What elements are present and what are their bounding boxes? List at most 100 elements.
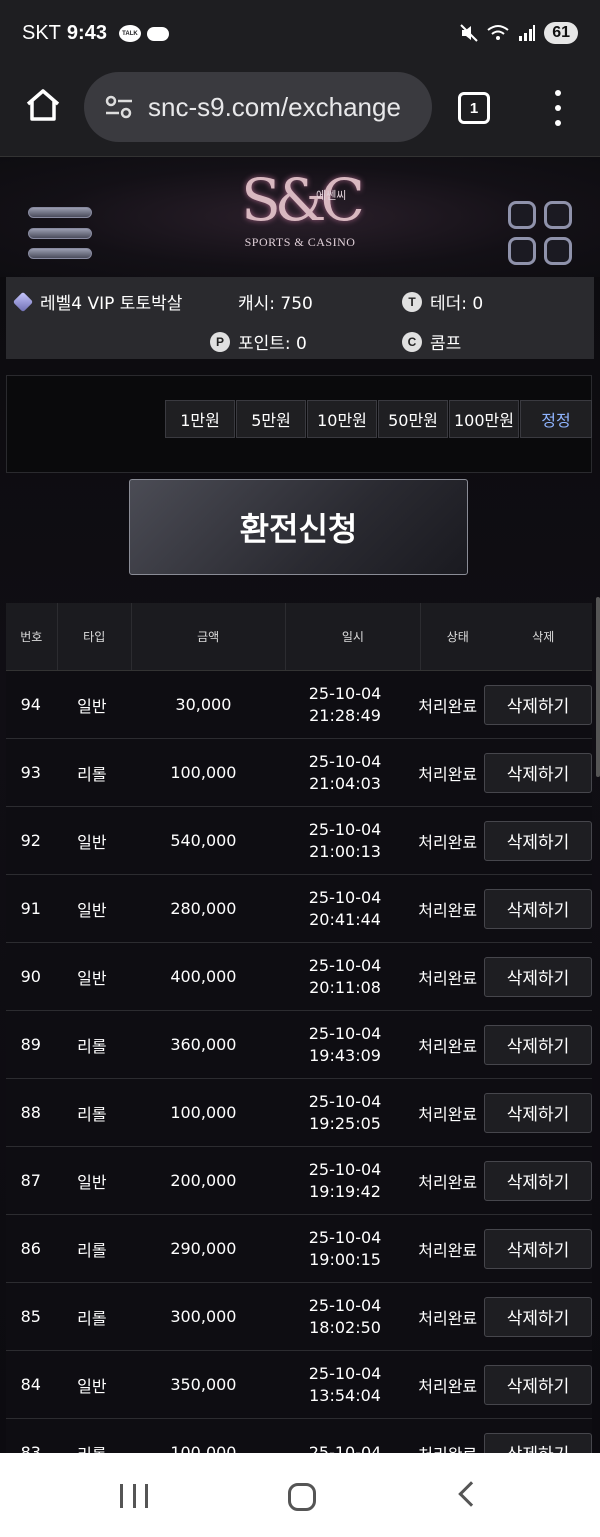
site-logo[interactable]: S&C 에쎈씨 SPORTS & CASINO: [230, 165, 370, 275]
back-icon[interactable]: [458, 1481, 484, 1507]
exchange-page: S&C 에쎈씨 SPORTS & CASINO 레벨4 VIP 토토박살 캐시:…: [0, 156, 600, 1453]
row-amount: 400,000: [170, 967, 237, 986]
row-number: 88: [20, 1103, 41, 1122]
row-number: 92: [20, 831, 41, 850]
table-row: 86 리롤 290,000 25-10-04 19:00:15 처리완료 삭제하기: [6, 1215, 592, 1283]
row-time: 19:00:15: [309, 1249, 381, 1269]
delete-button[interactable]: 삭제하기: [484, 820, 592, 861]
comp-text[interactable]: 콤프: [430, 329, 461, 354]
row-delete-cell: 삭제하기: [484, 739, 592, 806]
row-amount: 100,000: [170, 763, 237, 782]
amount-50k-button[interactable]: 5만원: [236, 400, 306, 438]
table-body: 94 일반 30,000 25-10-04 21:28:49 처리완료 삭제하기 93 리롤 10…: [6, 671, 592, 1453]
table-row: 93 리롤 100,000 25-10-04 21:04:03 처리완료 삭제하기: [6, 739, 592, 807]
row-datetime: 25-10-04 19:25:05: [279, 1079, 412, 1146]
tether-balance: T 테더: 0: [402, 289, 483, 314]
row-delete-cell: 삭제하기: [484, 1283, 592, 1350]
row-number: 89: [20, 1035, 41, 1054]
row-date: 25-10-04: [308, 751, 382, 771]
row-delete-cell: 삭제하기: [484, 1215, 592, 1282]
row-type: 리롤: [77, 1036, 107, 1056]
delete-button[interactable]: 삭제하기: [484, 1228, 592, 1269]
row-amount: 350,000: [170, 1375, 237, 1394]
row-status: 처리완료: [418, 1308, 478, 1328]
delete-button[interactable]: 삭제하기: [484, 888, 592, 929]
row-datetime: 25-10-04 21:00:13: [279, 807, 412, 874]
col-number: 번호: [20, 630, 43, 644]
row-amount: 100,000: [170, 1443, 237, 1453]
delete-button[interactable]: 삭제하기: [484, 1160, 592, 1201]
table-header: 번호 타입 금액 일시 상태 삭제: [6, 603, 592, 671]
home-icon[interactable]: [24, 86, 62, 124]
mute-icon: [460, 24, 478, 42]
row-amount: 290,000: [170, 1239, 237, 1258]
table-row: 84 일반 350,000 25-10-04 13:54:04 처리완료 삭제하기: [6, 1351, 592, 1419]
row-datetime: 25-10-04 20:41:44: [279, 875, 412, 942]
exchange-apply-button[interactable]: 환전신청: [129, 479, 468, 575]
row-delete-cell: 삭제하기: [484, 1147, 592, 1214]
cloud-icon: [146, 26, 169, 41]
hamburger-icon[interactable]: [28, 207, 92, 259]
row-type: 리롤: [77, 1308, 107, 1328]
comp-link[interactable]: C 콤프: [402, 329, 461, 354]
page-scrollbar[interactable]: [596, 597, 600, 777]
delete-button[interactable]: 삭제하기: [484, 684, 592, 725]
battery-indicator: 61: [544, 22, 578, 44]
row-time: 19:19:42: [309, 1181, 381, 1201]
row-number: 85: [20, 1307, 41, 1326]
delete-button[interactable]: 삭제하기: [484, 956, 592, 997]
home-nav-icon[interactable]: [288, 1483, 316, 1511]
amount-100k-button[interactable]: 10만원: [307, 400, 377, 438]
col-amount: 금액: [130, 603, 285, 670]
row-amount: 280,000: [170, 899, 237, 918]
clock: 9:43: [66, 22, 107, 44]
delete-button[interactable]: 삭제하기: [484, 1432, 592, 1453]
row-status: 처리완료: [418, 968, 478, 988]
recent-apps-icon[interactable]: [120, 1484, 148, 1508]
delete-button[interactable]: 삭제하기: [484, 1296, 592, 1337]
signal-icon: [519, 25, 536, 41]
row-datetime: 25-10-04 19:00:15: [279, 1215, 412, 1282]
reset-button[interactable]: 정정: [520, 400, 592, 438]
row-date: 25-10-04: [308, 1363, 382, 1383]
row-date: 25-10-04: [308, 1442, 382, 1454]
logo-subtitle: SPORTS & CASINO: [244, 235, 356, 249]
row-number: 94: [20, 695, 41, 714]
kakaotalk-icon: TALK: [118, 25, 141, 42]
row-amount: 540,000: [170, 831, 237, 850]
table-row: 87 일반 200,000 25-10-04 19:19:42 처리완료 삭제하기: [6, 1147, 592, 1215]
tab-switcher-button[interactable]: 1: [458, 92, 490, 124]
row-status: 처리완료: [418, 764, 478, 784]
row-datetime: 25-10-04 21:28:49: [279, 671, 412, 738]
row-time: 20:11:08: [309, 977, 381, 997]
row-datetime: 25-10-04 21:04:03: [279, 739, 412, 806]
grid-menu-icon[interactable]: [508, 201, 572, 265]
row-number: 86: [20, 1239, 41, 1258]
delete-button[interactable]: 삭제하기: [484, 752, 592, 793]
row-delete-cell: 삭제하기: [484, 1419, 592, 1453]
more-vert-icon[interactable]: [548, 90, 568, 126]
delete-button[interactable]: 삭제하기: [484, 1024, 592, 1065]
table-row: 90 일반 400,000 25-10-04 20:11:08 처리완료 삭제하기: [6, 943, 592, 1011]
carrier: SKT: [22, 22, 61, 44]
row-delete-cell: 삭제하기: [484, 807, 592, 874]
point-balance: P 포인트: 0: [210, 329, 307, 354]
delete-button[interactable]: 삭제하기: [484, 1092, 592, 1133]
row-date: 25-10-04: [308, 1091, 382, 1111]
delete-button[interactable]: 삭제하기: [484, 1364, 592, 1405]
row-amount: 30,000: [175, 695, 232, 714]
row-delete-cell: 삭제하기: [484, 671, 592, 738]
row-time: 18:02:50: [309, 1317, 381, 1337]
url-text[interactable]: snc-s9.com/exchange: [148, 92, 401, 123]
row-type: 일반: [77, 832, 107, 852]
amount-1m-button[interactable]: 100만원: [449, 400, 519, 438]
cash-text: 캐시: 750: [238, 294, 313, 314]
amount-10k-button[interactable]: 1만원: [165, 400, 235, 438]
row-number: 91: [20, 899, 41, 918]
row-time: 21:28:49: [309, 705, 381, 725]
address-bar[interactable]: snc-s9.com/exchange: [84, 72, 432, 142]
row-delete-cell: 삭제하기: [484, 1351, 592, 1418]
amount-500k-button[interactable]: 50만원: [378, 400, 448, 438]
row-datetime: 25-10-04 20:11:08: [279, 943, 412, 1010]
site-settings-icon[interactable]: [104, 95, 134, 119]
